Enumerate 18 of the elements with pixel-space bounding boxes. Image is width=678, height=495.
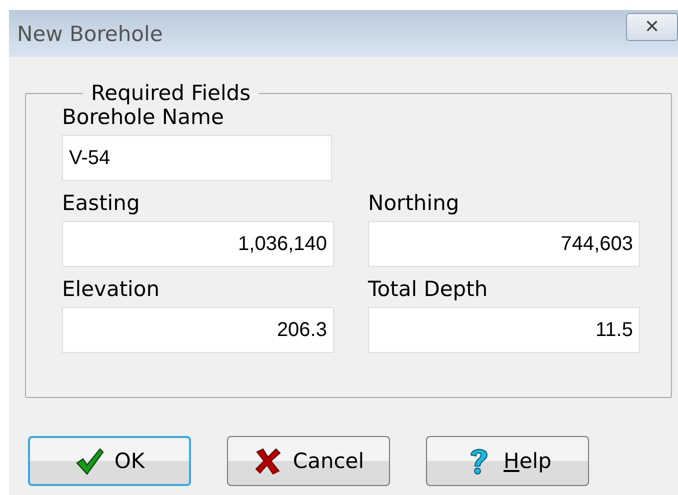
field-label: Elevation xyxy=(62,277,161,301)
field-label: Borehole Name xyxy=(62,105,225,129)
close-button[interactable]: × xyxy=(626,13,678,41)
input-field[interactable]: V-54 xyxy=(62,135,332,181)
window-title: New Borehole xyxy=(17,22,163,46)
group-title: Required Fields xyxy=(90,81,252,105)
cancel-button[interactable]: Cancel xyxy=(227,436,390,486)
input-field[interactable]: 744,603 xyxy=(368,221,640,267)
help-button[interactable]: Help xyxy=(426,436,589,486)
field-label: Northing xyxy=(368,191,460,215)
input-field[interactable]: 11.5 xyxy=(368,307,640,353)
field-label: Easting xyxy=(62,191,141,215)
input-field[interactable]: 1,036,140 xyxy=(62,221,334,267)
cross-icon xyxy=(252,446,283,476)
field-label: Total Depth xyxy=(368,277,489,301)
input-field[interactable]: 206.3 xyxy=(62,307,334,353)
checkmark-icon xyxy=(74,446,104,476)
ok-button[interactable]: OK xyxy=(28,436,191,486)
